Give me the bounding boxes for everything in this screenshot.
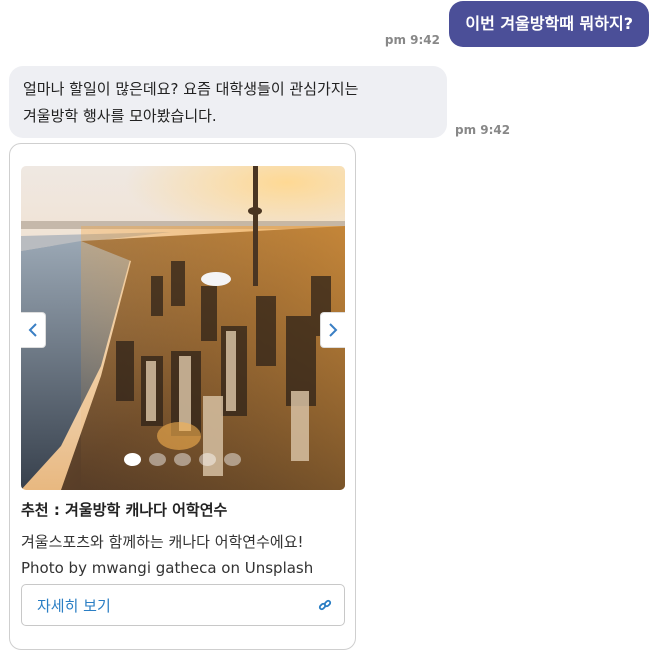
details-button[interactable]: 자세히 보기: [21, 584, 345, 626]
card-description: 겨울스포츠와 함께하는 캐나다 어학연수에요! Photo by mwangi …: [21, 529, 313, 581]
city-skyline-image: [21, 166, 345, 490]
card-title: 추천 : 겨울방학 캐나다 어학연수: [21, 501, 228, 519]
carousel-next-button[interactable]: [320, 312, 345, 348]
chevron-left-icon: [28, 323, 37, 337]
bot-message-time: pm 9:42: [455, 123, 511, 137]
carousel-dot[interactable]: [124, 453, 141, 466]
carousel-dot[interactable]: [149, 453, 166, 466]
carousel-card: 추천 : 겨울방학 캐나다 어학연수 겨울스포츠와 함께하는 캐나다 어학연수에…: [9, 143, 356, 650]
carousel-dot[interactable]: [174, 453, 191, 466]
bot-message-line-2: 겨울방학 행사를 모아봤습니다.: [23, 107, 217, 125]
bot-message-line-1: 얼마나 할일이 많은데요? 요즘 대학생들이 관심가지는: [23, 80, 359, 98]
details-button-label: 자세히 보기: [37, 596, 111, 615]
user-message-time: pm 9:42: [384, 33, 440, 47]
chevron-right-icon: [329, 323, 338, 337]
carousel-indicators: [124, 453, 241, 466]
carousel-prev-button[interactable]: [21, 312, 46, 348]
link-icon: [318, 599, 332, 611]
card-description-text: 겨울스포츠와 함께하는 캐나다 어학연수에요!: [21, 533, 304, 551]
bot-message-bubble: 얼마나 할일이 많은데요? 요즘 대학생들이 관심가지는 겨울방학 행사를 모아…: [9, 66, 447, 138]
card-photo: [21, 166, 345, 490]
carousel-dot[interactable]: [224, 453, 241, 466]
user-message-bubble: 이번 겨울방학때 뭐하지?: [449, 1, 649, 47]
carousel-dot[interactable]: [199, 453, 216, 466]
card-photo-credit: Photo by mwangi gatheca on Unsplash: [21, 559, 314, 577]
